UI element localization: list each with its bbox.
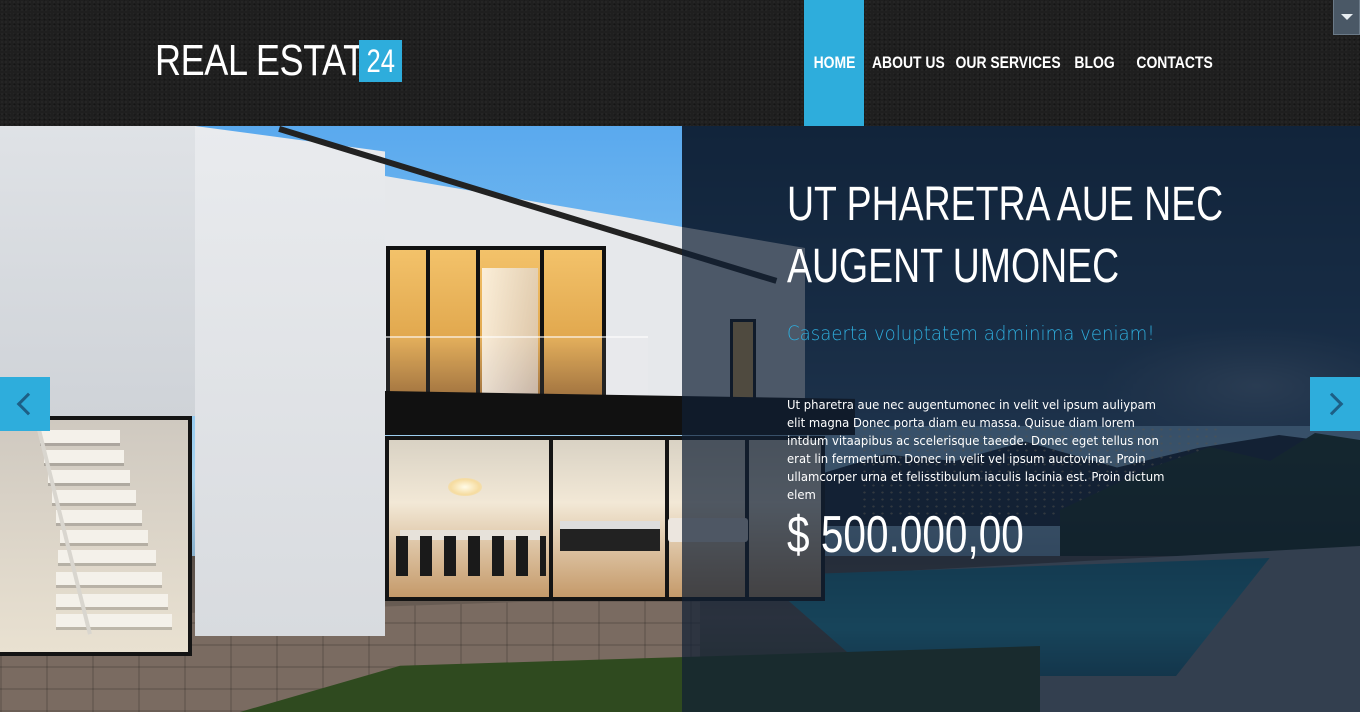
slider-next-button[interactable] (1310, 377, 1360, 431)
slide-price: $ 500.000,00 (787, 506, 1024, 564)
nav-item-our-services[interactable]: OUR SERVICES (952, 0, 1065, 126)
panel-toggle-button[interactable] (1333, 0, 1360, 35)
nav-item-home[interactable]: HOME (804, 0, 864, 126)
main-nav: HOME ABOUT US OUR SERVICES BLOG CONTACTS (804, 0, 1225, 126)
nav-item-about-us[interactable]: ABOUT US (864, 0, 952, 126)
chevron-left-icon (16, 392, 40, 416)
nav-item-blog[interactable]: BLOG (1065, 0, 1125, 126)
chevron-down-icon (1340, 14, 1353, 20)
slide-title: UT PHARETRA AUE NEC AUGENT UMONEC (787, 178, 1224, 293)
site-header: REAL ESTATE 24 HOME ABOUT US OUR SERVICE… (0, 0, 1360, 126)
slider-prev-button[interactable] (0, 377, 50, 431)
logo-badge: 24 (359, 40, 402, 82)
nav-item-contacts[interactable]: CONTACTS (1125, 0, 1225, 126)
slide-caption: UT PHARETRA AUE NEC AUGENT UMONEC Casaer… (787, 174, 1224, 564)
slide-subtitle: Casaerta voluptatem adminima veniam! (787, 322, 1155, 345)
site-logo[interactable]: REAL ESTATE 24 (155, 38, 440, 84)
chevron-right-icon (1320, 392, 1344, 416)
logo-text: REAL ESTATE (155, 36, 389, 85)
slide-description: Ut pharetra aue nec augentumonec in veli… (787, 398, 1165, 502)
